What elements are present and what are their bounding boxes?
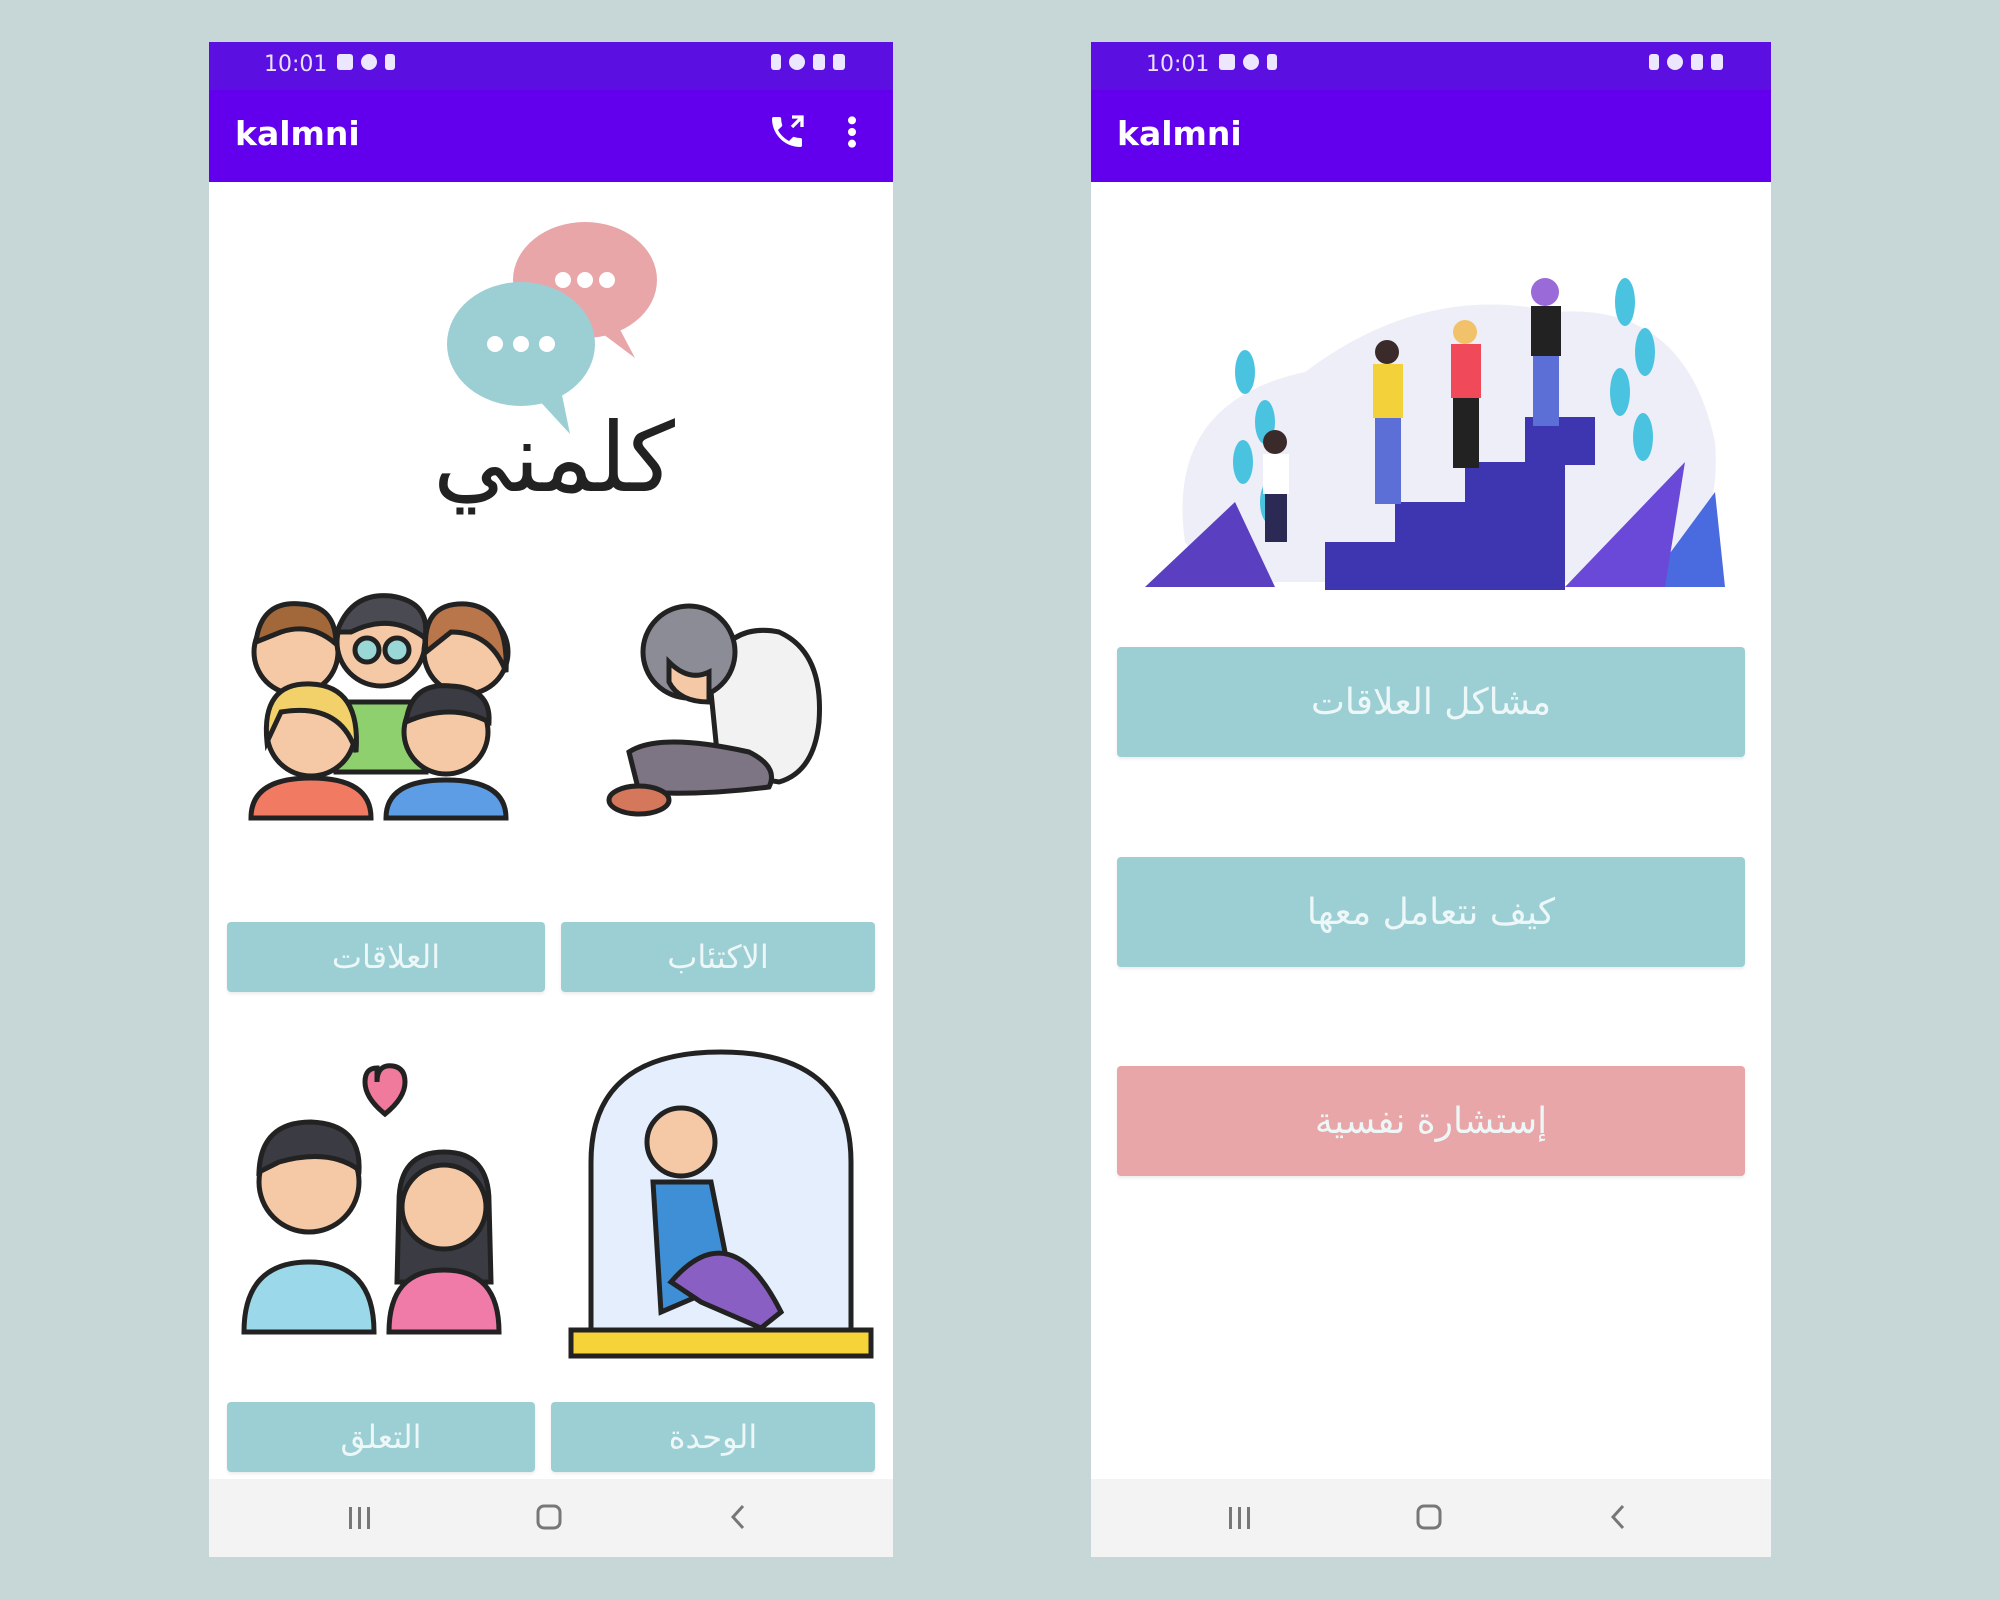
wifi-icon xyxy=(789,54,805,70)
main-menu-screen: 10:01 kalmni كلمني العلاقات الاكتئاب الت… xyxy=(209,42,893,1557)
status-bar: 10:01 xyxy=(1091,42,1771,90)
how-to-deal-button[interactable]: كيف نتعامل معها xyxy=(1117,857,1745,967)
battery-icon xyxy=(833,54,845,70)
depression-button[interactable]: الاكتئاب xyxy=(561,922,875,992)
gallery-icon xyxy=(337,54,353,70)
gallery-icon xyxy=(1219,54,1235,70)
relationships-button[interactable]: العلاقات xyxy=(227,922,545,992)
app-notification-icon xyxy=(1243,54,1259,70)
back-icon[interactable] xyxy=(721,1499,757,1539)
signal-icon xyxy=(813,54,825,70)
attachment-button[interactable]: التعلق xyxy=(227,1402,535,1472)
status-time: 10:01 xyxy=(264,52,328,77)
signal-icon xyxy=(1691,54,1703,70)
notification-icons xyxy=(337,54,395,70)
alarm-icon xyxy=(1649,54,1659,70)
loneliness-button[interactable]: الوحدة xyxy=(551,1402,875,1472)
wifi-icon xyxy=(1667,54,1683,70)
download-icon xyxy=(1267,54,1277,70)
logo-text: كلمني xyxy=(433,402,675,514)
battery-icon xyxy=(1711,54,1723,70)
nav-bar xyxy=(209,1479,893,1557)
home-icon[interactable] xyxy=(531,1499,567,1539)
nav-bar xyxy=(1091,1479,1771,1557)
status-time: 10:01 xyxy=(1146,52,1210,77)
back-icon[interactable] xyxy=(1601,1499,1637,1539)
relationships-screen: 10:01 kalmni مشاكل العلاقات كيف نتعامل م… xyxy=(1091,42,1771,1557)
recents-icon[interactable] xyxy=(1221,1499,1257,1539)
recents-icon[interactable] xyxy=(341,1499,377,1539)
isolated-person-illustration xyxy=(568,1049,874,1359)
app-notification-icon xyxy=(361,54,377,70)
download-icon xyxy=(385,54,395,70)
friends-group-illustration xyxy=(248,593,511,821)
app-title: kalmni xyxy=(235,114,360,153)
psychological-consultation-button[interactable]: إستشارة نفسية xyxy=(1117,1066,1745,1176)
system-icons xyxy=(1649,54,1723,70)
notification-icons xyxy=(1219,54,1277,70)
app-title: kalmni xyxy=(1117,114,1242,153)
status-bar: 10:01 xyxy=(209,42,893,90)
alarm-icon xyxy=(771,54,781,70)
home-icon[interactable] xyxy=(1411,1499,1447,1539)
phone-call-icon[interactable] xyxy=(767,112,807,156)
relationship-problems-button[interactable]: مشاكل العلاقات xyxy=(1117,647,1745,757)
more-vert-icon[interactable] xyxy=(845,112,859,156)
couple-illustration xyxy=(241,1063,502,1335)
teamwork-stairs-illustration xyxy=(1145,278,1725,590)
system-icons xyxy=(771,54,845,70)
app-bar: kalmni xyxy=(209,90,893,182)
app-bar: kalmni xyxy=(1091,90,1771,182)
depressed-person-illustration xyxy=(606,603,822,817)
